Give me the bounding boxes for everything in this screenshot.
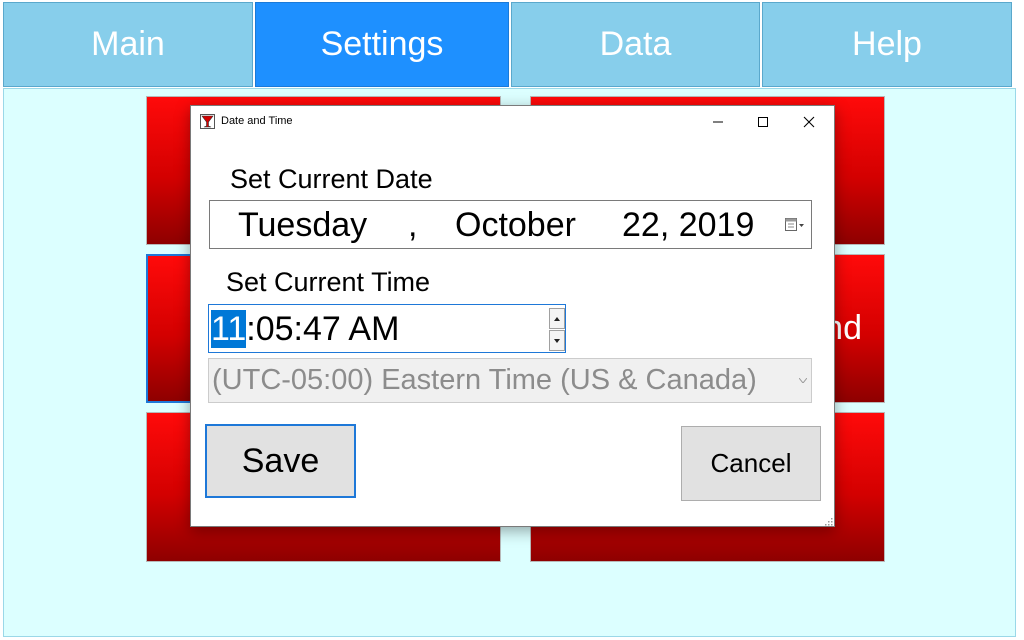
date-time-dialog: Date and Time Set Current Date Tuesday ,… (190, 105, 835, 527)
timezone-value: (UTC-05:00) Eastern Time (US & Canada) (212, 364, 757, 396)
tab-settings[interactable]: Settings (255, 2, 509, 87)
timezone-select[interactable]: (UTC-05:00) Eastern Time (US & Canada) (208, 358, 812, 403)
dropdown-arrow-icon (798, 378, 807, 383)
timezone-dropdown[interactable] (793, 359, 811, 402)
minimize-button[interactable] (696, 107, 740, 137)
date-picker[interactable]: Tuesday , October 22, 2019 (209, 200, 812, 249)
date-day-year[interactable]: 22, 2019 (622, 206, 754, 245)
time-rest[interactable]: :05:47 AM (246, 310, 399, 348)
time-input[interactable]: 11:05:47 AM (208, 304, 566, 353)
tab-help[interactable]: Help (762, 2, 1012, 87)
time-spin-up-button[interactable] (549, 308, 565, 329)
time-value: 11:05:47 AM (211, 310, 399, 349)
tab-main[interactable]: Main (3, 2, 253, 87)
date-label: Set Current Date (230, 164, 433, 194)
resize-grip-icon[interactable] (823, 516, 833, 526)
calendar-dropdown-icon[interactable] (785, 217, 805, 233)
app-glass-icon (200, 114, 215, 129)
close-button[interactable] (787, 107, 831, 137)
date-separator: , (408, 206, 418, 244)
spin-up-icon (554, 316, 560, 321)
date-weekday[interactable]: Tuesday (238, 206, 367, 245)
dialog-title: Date and Time (221, 115, 293, 127)
maximize-button[interactable] (741, 107, 785, 137)
time-hour-selected[interactable]: 11 (211, 310, 247, 348)
tab-data[interactable]: Data (511, 2, 760, 87)
time-spin-down-button[interactable] (549, 330, 565, 351)
close-icon (803, 116, 815, 128)
maximize-icon (758, 117, 768, 127)
cancel-button[interactable]: Cancel (681, 426, 821, 501)
save-button[interactable]: Save (205, 424, 356, 498)
time-label: Set Current Time (226, 267, 431, 297)
spin-down-icon (554, 338, 560, 343)
dialog-titlebar[interactable]: Date and Time (191, 106, 834, 137)
date-month[interactable]: October (455, 206, 576, 245)
minimize-icon (713, 121, 723, 123)
